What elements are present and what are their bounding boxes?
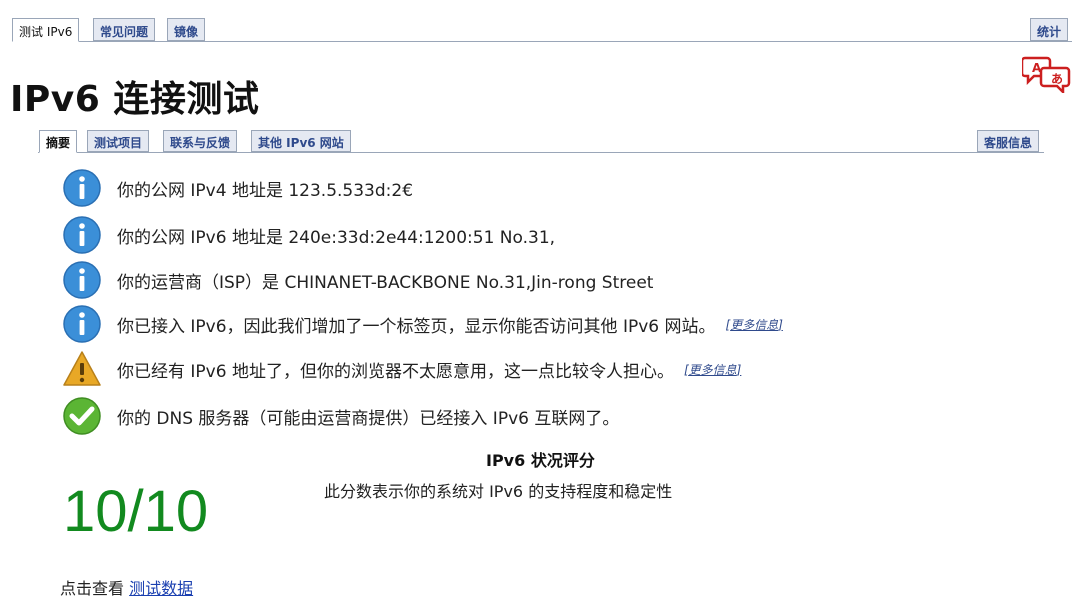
info-icon [63, 261, 101, 299]
page-title: IPv6 连接测试 [10, 79, 260, 120]
info-icon [63, 305, 101, 343]
info-icon [63, 169, 101, 207]
footer-test-data: 点击查看 测试数据 [60, 575, 193, 599]
tab-other-ipv6-sites[interactable]: 其他 IPv6 网站 [251, 130, 351, 152]
result-ipv4-address: 你的公网 IPv4 地址是 123.5.533d:2€ [62, 168, 413, 208]
tab-test-ipv6[interactable]: 测试 IPv6 [12, 18, 80, 42]
score-title: IPv6 状况评分 [486, 451, 595, 470]
result-text: 你已经有 IPv6 地址了，但你的浏览器不太愿意用，这一点比较令人担心。 [117, 361, 674, 382]
translate-icon-glyph-left: A [1032, 61, 1042, 75]
tab-summary[interactable]: 摘要 [39, 130, 78, 153]
tab-mirrors[interactable]: 镜像 [167, 18, 206, 41]
result-text: 你的公网 IPv6 地址是 240e:33d:2e44:1200:51 No.3… [117, 227, 556, 248]
result-text: 你的运营商（ISP）是 CHINANET-BACKBONE No.31,Jin-… [117, 272, 654, 293]
translate-icon[interactable]: A あ [1022, 55, 1072, 93]
tab-support-info[interactable]: 客服信息 [977, 130, 1040, 152]
translate-icon-glyph-right: あ [1051, 72, 1063, 86]
more-info-link[interactable]: 更多信息 [726, 316, 783, 333]
warning-icon [63, 351, 101, 386]
result-browser-preference: 你已经有 IPv6 地址了，但你的浏览器不太愿意用，这一点比较令人担心。 更多信… [62, 349, 741, 389]
tab-tests[interactable]: 测试项目 [87, 130, 150, 152]
info-icon [63, 216, 101, 254]
more-info-link[interactable]: 更多信息 [684, 361, 741, 378]
result-ipv6-address: 你的公网 IPv6 地址是 240e:33d:2e44:1200:51 No.3… [62, 215, 555, 255]
check-icon [63, 397, 101, 435]
result-dns-ipv6: 你的 DNS 服务器（可能由运营商提供）已经接入 IPv6 互联网了。 [62, 396, 619, 436]
summary-tab-bar: 摘要 测试项目 联系与反馈 其他 IPv6 网站 客服信息 [0, 128, 1080, 154]
top-tab-divider [12, 41, 1072, 42]
tab-faq[interactable]: 常见问题 [93, 18, 156, 41]
result-text: 你的公网 IPv4 地址是 123.5.533d:2€ [117, 180, 414, 201]
result-text: 你已接入 IPv6，因此我们增加了一个标签页，显示你能否访问其他 IPv6 网站… [117, 316, 716, 337]
result-ipv6-connected: 你已接入 IPv6，因此我们增加了一个标签页，显示你能否访问其他 IPv6 网站… [62, 304, 783, 344]
sub-tab-divider [38, 152, 1044, 153]
test-data-link[interactable]: 测试数据 [129, 579, 193, 598]
score-description: 此分数表示你的系统对 IPv6 的支持程度和稳定性 [324, 482, 673, 501]
top-tab-bar: 测试 IPv6 常见问题 镜像 统计 [0, 0, 1080, 42]
tab-stats[interactable]: 统计 [1030, 18, 1069, 41]
score-value: 10/10 [63, 479, 209, 544]
tab-contact-feedback[interactable]: 联系与反馈 [163, 130, 238, 152]
result-isp: 你的运营商（ISP）是 CHINANET-BACKBONE No.31,Jin-… [62, 260, 653, 300]
result-text: 你的 DNS 服务器（可能由运营商提供）已经接入 IPv6 互联网了。 [117, 408, 620, 429]
footer-prefix: 点击查看 [60, 579, 125, 598]
